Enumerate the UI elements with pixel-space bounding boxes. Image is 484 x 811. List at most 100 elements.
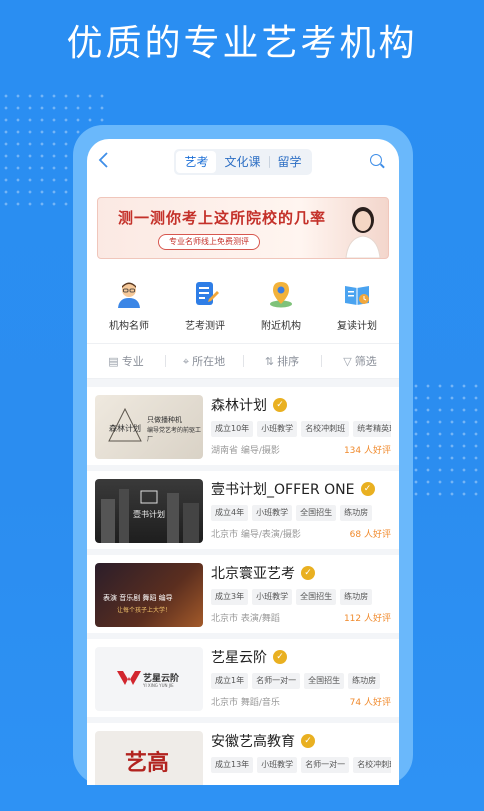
thumb-text: YI XING YUN JIE <box>143 683 174 688</box>
tag: 全国招生 <box>304 673 345 689</box>
institution-thumbnail: 艺高 <box>95 731 203 785</box>
tab-liuxue[interactable]: 留学 <box>270 151 310 173</box>
tag: 成立1年 <box>211 673 249 689</box>
filter-major[interactable]: ▤ 专业 <box>87 353 165 369</box>
tag: 名校冲刺班 <box>301 421 350 437</box>
filter-label: 排序 <box>277 355 300 368</box>
institution-name-row: 安徽艺高教育 ✓ <box>211 731 391 751</box>
institution-name-row: 艺星云阶 ✓ <box>211 647 391 667</box>
tag: 名师一对一 <box>252 673 301 689</box>
reading-plan-book-icon <box>345 286 369 305</box>
filter-sort[interactable]: ⇅ 排序 <box>243 353 321 369</box>
institution-name-row: 森林计划 ✓ <box>211 395 391 415</box>
yxyj-logo-icon <box>117 671 141 685</box>
phone-frame: 艺考 文化课 留学 测一测你考上这所院校的几率 专业名师线上免费测评 机构名师 … <box>73 125 413 785</box>
sort-icon: ⇅ <box>264 355 275 368</box>
category-shortcuts: 机构名师 艺考测评 附近机构 复读计划 <box>87 259 399 343</box>
tag-row: 成立4年 小班教学 全国招生 练功房 <box>211 505 391 521</box>
list-item[interactable]: 艺高 安徽艺高教育 ✓ 成立13年 小班教学 名师一对一 名校冲刺班 <box>87 723 399 785</box>
filter-label: 筛选 <box>354 355 377 368</box>
filter-screen[interactable]: ▽ 筛选 <box>321 353 399 369</box>
app-screen: 艺考 文化课 留学 测一测你考上这所院校的几率 专业名师线上免费测评 机构名师 … <box>87 139 399 785</box>
thumb-text: 只做播种机 <box>147 416 182 424</box>
tag: 统考精英班 <box>353 421 391 437</box>
list-item[interactable]: 表演 音乐剧 舞蹈 编导 让每个孩子上大学！ 北京寰亚艺考 ✓ 成立3年 小班教… <box>87 555 399 639</box>
institution-name: 安徽艺高教育 <box>211 734 295 750</box>
institution-thumbnail: 壹书计划 <box>95 479 203 543</box>
filter-bar: ▤ 专业 ⌖ 所在地 ⇅ 排序 ▽ 筛选 <box>87 343 399 379</box>
shortcut-nearby[interactable]: 附近机构 <box>246 279 316 343</box>
verified-badge-icon: ✓ <box>273 398 287 412</box>
thumb-text: 森林计划 <box>109 424 141 433</box>
rating-count: 68 人好评 <box>349 530 391 540</box>
shortcut-label: 附近机构 <box>261 321 301 332</box>
institution-thumbnail: 森林计划 只做播种机 编导党艺考的前驱工厂 <box>95 395 203 459</box>
tag-row: 成立10年 小班教学 名校冲刺班 统考精英班 <box>211 421 391 437</box>
location-major: 北京市 表演/舞蹈 <box>211 614 280 624</box>
shortcut-teachers[interactable]: 机构名师 <box>94 279 164 343</box>
nearby-map-pin-icon <box>270 282 292 308</box>
teacher-avatar-icon <box>118 282 140 308</box>
assessment-document-icon <box>196 282 219 305</box>
filter-location[interactable]: ⌖ 所在地 <box>165 353 243 369</box>
back-arrow-icon[interactable] <box>97 150 119 174</box>
thumb-text: 让每个孩子上大学！ <box>117 607 172 614</box>
tag: 小班教学 <box>252 589 293 605</box>
tag: 成立3年 <box>211 589 249 605</box>
location-major: 北京市 舞蹈/音乐 <box>211 698 280 708</box>
list-item[interactable]: 壹书计划 壹书计划_OFFER ONE ✓ 成立4年 小班教学 全国招生 练功房… <box>87 471 399 555</box>
tag-row: 成立13年 小班教学 名师一对一 名校冲刺班 <box>211 757 391 773</box>
tag: 练功房 <box>340 589 373 605</box>
meta-row: 北京市 编导/表演/摄影 68 人好评 <box>211 527 391 540</box>
rating-count: 134 人好评 <box>343 446 391 456</box>
thumb-text: 编导党艺考的前驱工厂 <box>147 427 202 443</box>
institution-info: 森林计划 ✓ 成立10年 小班教学 名校冲刺班 统考精英班 湖南省 编导/摄影 … <box>203 395 391 459</box>
banner-subtitle-button[interactable]: 专业名师线上免费测评 <box>158 234 260 250</box>
tab-wenhuake[interactable]: 文化课 <box>216 151 268 173</box>
institution-thumbnail: 艺星云阶 YI XING YUN JIE <box>95 647 203 711</box>
tag: 全国招生 <box>296 505 337 521</box>
institution-name: 北京寰亚艺考 <box>211 566 295 582</box>
verified-badge-icon: ✓ <box>301 566 315 580</box>
institution-name-row: 壹书计划_OFFER ONE ✓ <box>211 479 391 499</box>
verified-badge-icon: ✓ <box>273 650 287 664</box>
tag: 成立4年 <box>211 505 249 521</box>
thumb-text: 艺高 <box>125 751 170 776</box>
shortcut-label: 艺考测评 <box>185 321 225 332</box>
tab-yikao[interactable]: 艺考 <box>176 151 217 173</box>
shortcut-label: 机构名师 <box>109 321 149 332</box>
list-item[interactable]: 艺星云阶 YI XING YUN JIE 艺星云阶 ✓ 成立1年 名师一对一 全… <box>87 639 399 723</box>
shortcut-repeat-plan[interactable]: 复读计划 <box>322 279 392 343</box>
filter-label: 所在地 <box>192 355 226 368</box>
shortcut-assessment[interactable]: 艺考测评 <box>170 279 240 343</box>
location-major: 北京市 编导/表演/摄影 <box>211 530 301 540</box>
tag: 小班教学 <box>252 505 293 521</box>
search-icon[interactable] <box>367 151 389 173</box>
institution-info: 北京寰亚艺考 ✓ 成立3年 小班教学 全国招生 练功房 北京市 表演/舞蹈 11… <box>203 563 391 627</box>
meta-row: 湖南省 编导/摄影 134 人好评 <box>211 443 391 456</box>
institution-info: 艺星云阶 ✓ 成立1年 名师一对一 全国招生 练功房 北京市 舞蹈/音乐 74 … <box>203 647 391 711</box>
location-major: 湖南省 编导/摄影 <box>211 446 280 456</box>
verified-badge-icon: ✓ <box>360 482 375 496</box>
list-item[interactable]: 森林计划 只做播种机 编导党艺考的前驱工厂 森林计划 ✓ 成立10年 小班教学 … <box>87 387 399 471</box>
institution-thumbnail: 表演 音乐剧 舞蹈 编导 让每个孩子上大学！ <box>95 563 203 627</box>
rating-count: 74 人好评 <box>349 698 391 708</box>
tag-row: 成立1年 名师一对一 全国招生 练功房 <box>211 673 391 689</box>
thumb-text: 壹书计划 <box>133 510 165 519</box>
tag: 成立10年 <box>211 421 254 437</box>
assessment-banner[interactable]: 测一测你考上这所院校的几率 专业名师线上免费测评 <box>97 197 389 259</box>
filter-icon: ▽ <box>343 355 352 368</box>
banner-title: 测一测你考上这所院校的几率 <box>118 209 327 227</box>
tag: 名校冲刺班 <box>353 757 391 773</box>
institution-info: 壹书计划_OFFER ONE ✓ 成立4年 小班教学 全国招生 练功房 北京市 … <box>203 479 391 543</box>
meta-row: 北京市 表演/舞蹈 112 人好评 <box>211 611 391 624</box>
filter-label: 专业 <box>121 355 144 368</box>
tag-row: 成立3年 小班教学 全国招生 练功房 <box>211 589 391 605</box>
rating-count: 112 人好评 <box>343 614 391 624</box>
tag: 成立13年 <box>211 757 254 773</box>
tag: 练功房 <box>340 505 373 521</box>
tag: 全国招生 <box>296 589 337 605</box>
institution-info: 安徽艺高教育 ✓ 成立13年 小班教学 名师一对一 名校冲刺班 <box>203 731 391 785</box>
tag: 练功房 <box>348 673 381 689</box>
institution-name: 森林计划 <box>211 398 267 414</box>
